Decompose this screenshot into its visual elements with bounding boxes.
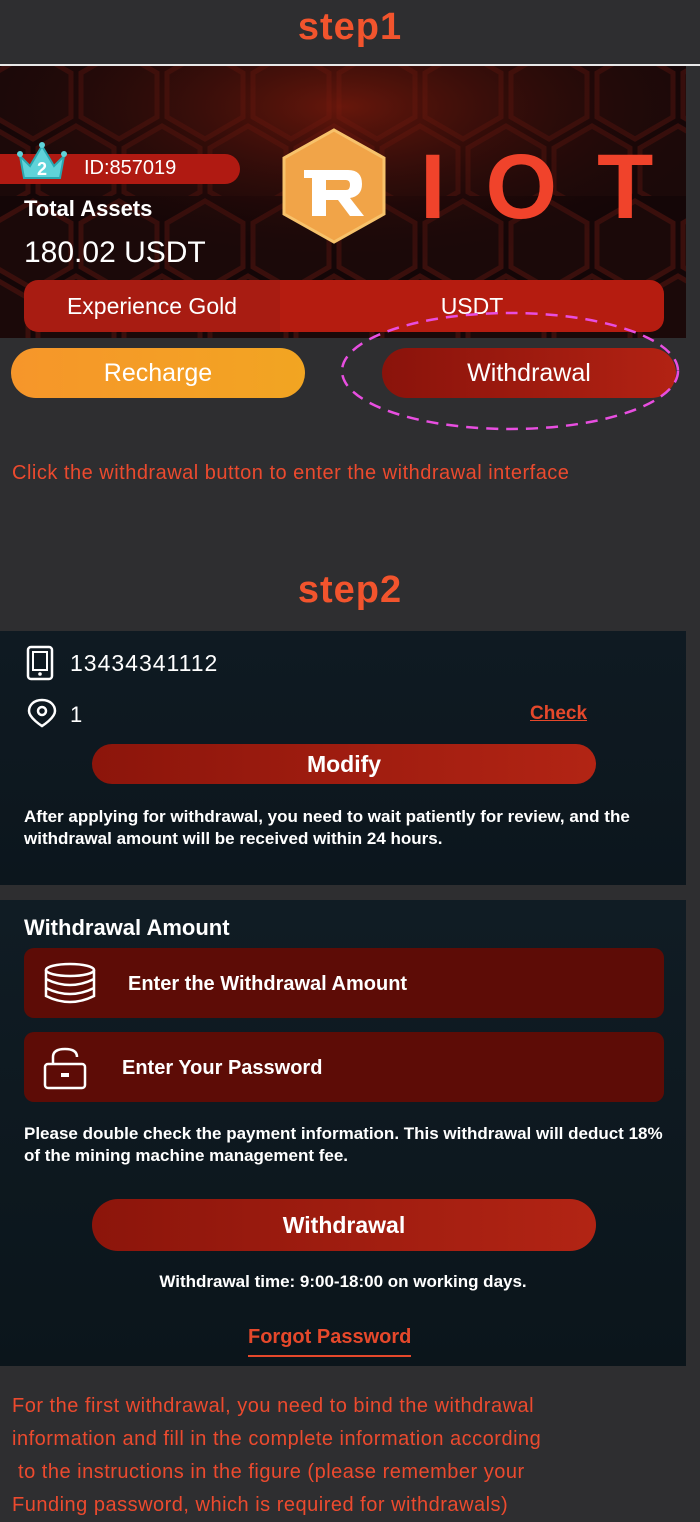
location-icon	[27, 698, 57, 728]
amount-field	[24, 948, 664, 1018]
recharge-button[interactable]: Recharge	[11, 348, 305, 398]
step1-title: step1	[297, 6, 403, 48]
password-field	[24, 1032, 664, 1102]
submit-withdrawal-button[interactable]: Withdrawal	[92, 1199, 596, 1251]
password-input[interactable]	[120, 1054, 524, 1082]
logo-text: IOT	[420, 136, 660, 238]
bottom-note-line: to the instructions in the figure (pleas…	[12, 1461, 525, 1483]
vip-crown-icon: 2	[17, 142, 67, 179]
withdrawal-amount-title: Withdrawal Amount	[24, 915, 230, 940]
amount-input[interactable]	[126, 970, 430, 998]
user-id: ID:857019	[84, 157, 177, 179]
tab-experience-gold[interactable]: Experience Gold	[24, 280, 280, 332]
bottom-note-line: For the first withdrawal, you need to bi…	[12, 1395, 535, 1417]
total-assets-label: Total Assets	[24, 196, 153, 221]
coins-icon	[44, 962, 96, 1004]
step1-caption: Click the withdrawal button to enter the…	[12, 462, 570, 484]
withdrawal-time: Withdrawal time: 9:00-18:00 on working d…	[159, 1272, 527, 1291]
bound-phone: 13434341112	[70, 650, 219, 676]
bottom-instructions: For the first withdrawal, you need to bi…	[12, 1390, 692, 1522]
check-link[interactable]: Check	[530, 703, 587, 725]
highlight-ellipse	[340, 311, 680, 431]
bottom-note-line: Funding password, which is required for …	[12, 1494, 509, 1516]
bound-address: 1	[70, 702, 83, 727]
lock-icon	[43, 1047, 87, 1090]
fee-note: Please double check the payment informat…	[24, 1124, 663, 1165]
riot-logo: IOT	[282, 128, 660, 244]
bottom-note-line: information and fill in the complete inf…	[12, 1428, 542, 1450]
step2-title: step2	[297, 569, 403, 611]
forgot-password-link[interactable]: Forgot Password	[248, 1326, 412, 1357]
modify-button[interactable]: Modify	[92, 744, 596, 784]
review-note: After applying for withdrawal, you need …	[24, 807, 630, 848]
vip-level: 2	[37, 159, 47, 179]
phone-icon	[26, 645, 54, 681]
total-assets-value: 180.02 USDT	[24, 236, 206, 269]
